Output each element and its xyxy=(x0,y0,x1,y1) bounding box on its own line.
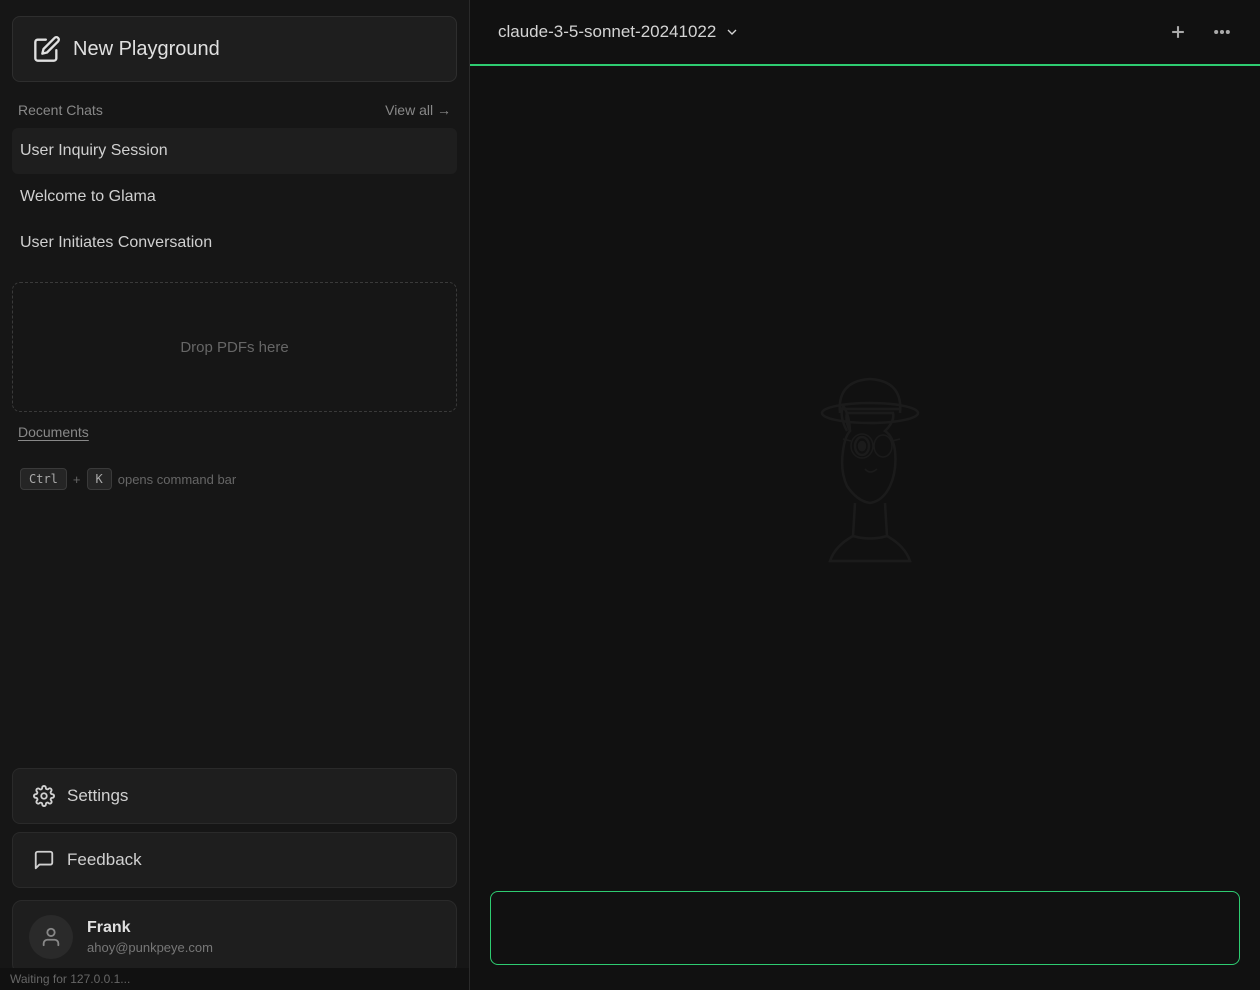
add-button[interactable] xyxy=(1160,14,1196,50)
main-content: claude-3-5-sonnet-20241022 xyxy=(470,0,1260,990)
recent-chats-header: Recent Chats View all → xyxy=(12,102,457,118)
avatar xyxy=(29,915,73,959)
ellipsis-icon xyxy=(1212,22,1232,42)
settings-button[interactable]: Settings xyxy=(12,768,457,824)
top-bar-actions xyxy=(1160,14,1240,50)
chat-input[interactable] xyxy=(490,891,1240,965)
top-bar: claude-3-5-sonnet-20241022 xyxy=(470,0,1260,66)
plus-icon xyxy=(1168,22,1188,42)
model-selector[interactable]: claude-3-5-sonnet-20241022 xyxy=(490,18,748,46)
edit-icon xyxy=(33,35,61,63)
feedback-label: Feedback xyxy=(67,850,142,870)
recent-chats-label: Recent Chats xyxy=(18,102,103,118)
input-area xyxy=(470,875,1260,990)
view-all-button[interactable]: View all → xyxy=(385,102,451,118)
more-options-button[interactable] xyxy=(1204,14,1240,50)
feedback-button[interactable]: Feedback xyxy=(12,832,457,888)
shortcut-desc: opens command bar xyxy=(118,472,237,487)
user-info: Frank ahoy@punkpeye.com xyxy=(87,919,213,955)
list-item[interactable]: User Initiates Conversation xyxy=(12,220,457,266)
user-card[interactable]: Frank ahoy@punkpeye.com xyxy=(12,900,457,974)
user-icon xyxy=(40,926,62,948)
feedback-icon xyxy=(33,849,55,871)
new-playground-label: New Playground xyxy=(73,38,220,61)
user-email: ahoy@punkpeye.com xyxy=(87,940,213,955)
sidebar-bottom: Settings Feedback Frank ahoy@punkpeye.co… xyxy=(12,768,457,974)
sidebar: New Playground Recent Chats View all → U… xyxy=(0,0,470,990)
status-bar: Waiting for 127.0.0.1... xyxy=(0,968,469,990)
list-item[interactable]: User Inquiry Session xyxy=(12,128,457,174)
llama-logo xyxy=(755,361,975,581)
kbd-plus: + xyxy=(73,472,81,487)
chat-area xyxy=(470,66,1260,875)
kbd-k: K xyxy=(87,468,112,490)
list-item[interactable]: Welcome to Glama xyxy=(12,174,457,220)
drop-zone-label: Drop PDFs here xyxy=(180,339,288,356)
model-name: claude-3-5-sonnet-20241022 xyxy=(498,22,716,42)
kbd-ctrl: Ctrl xyxy=(20,468,67,490)
settings-label: Settings xyxy=(67,786,128,806)
chevron-down-icon xyxy=(724,24,740,40)
documents-link[interactable]: Documents xyxy=(12,420,457,444)
pdf-drop-zone[interactable]: Drop PDFs here xyxy=(12,282,457,412)
keyboard-shortcut-hint: Ctrl + K opens command bar xyxy=(12,452,457,506)
user-name: Frank xyxy=(87,919,213,937)
gear-icon xyxy=(33,785,55,807)
new-playground-button[interactable]: New Playground xyxy=(12,16,457,82)
